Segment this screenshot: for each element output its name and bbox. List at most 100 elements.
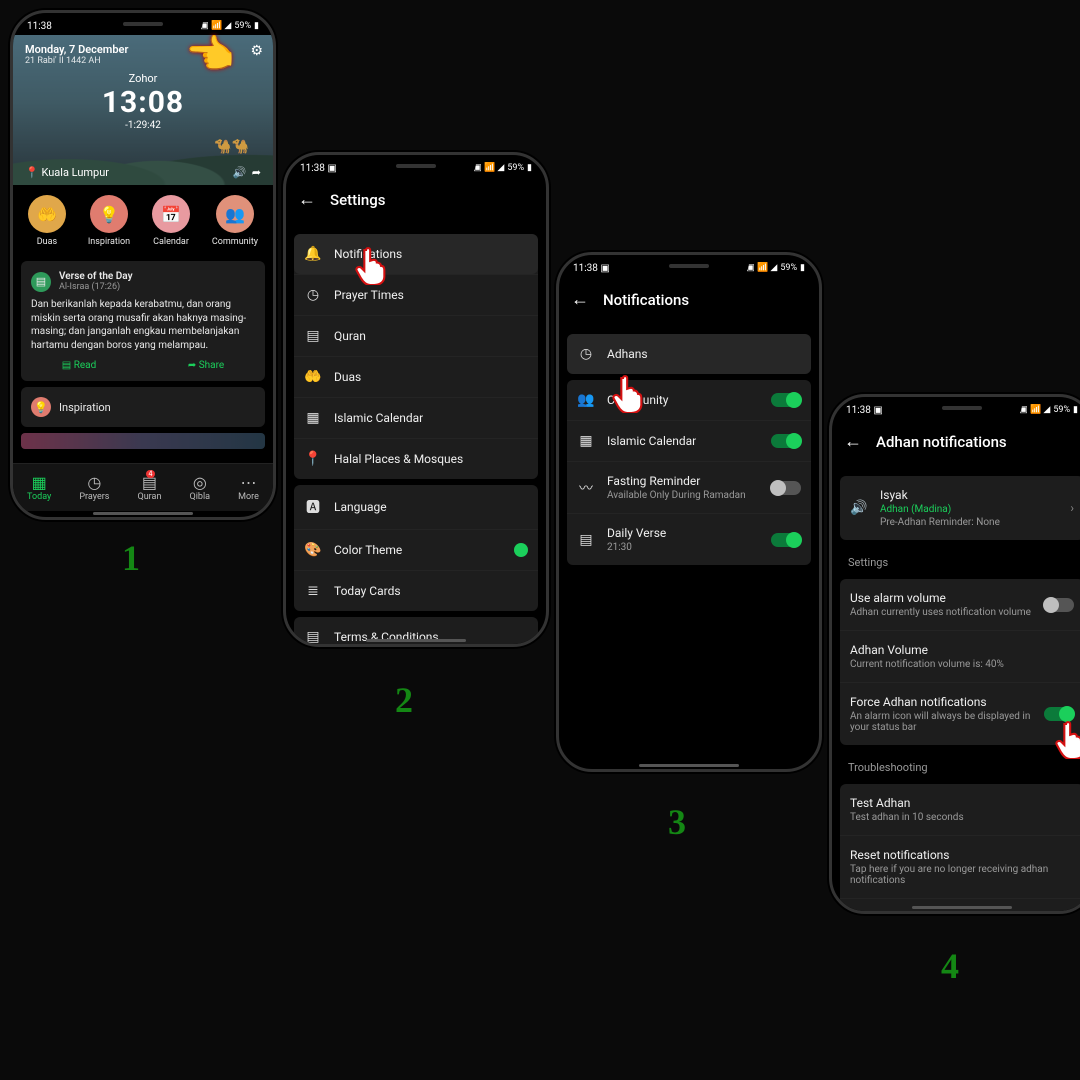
tab-today[interactable]: ▦Today	[27, 473, 51, 502]
settings-row[interactable]: 📍Halal Places & Mosques	[294, 438, 538, 479]
status-icons: ▣ 📶 ◢ 59%▮	[1019, 405, 1078, 415]
phone-2: 11:38 ▣ ▣ 📶 ◢ 59%▮ ← Settings 🔔Notificat…	[283, 152, 549, 647]
hero-card: Monday, 7 December 21 Rabi' II 1442 AH ⚙…	[13, 35, 273, 185]
toggle[interactable]	[771, 393, 801, 407]
toggle[interactable]	[1044, 598, 1074, 612]
page-title: Adhan notifications	[876, 433, 1007, 451]
status-time: 11:38 ▣	[846, 405, 883, 416]
settings-row[interactable]: Test AdhanTest adhan in 10 seconds	[840, 784, 1080, 835]
settings-row[interactable]: ≣Today Cards	[294, 570, 538, 611]
location[interactable]: 📍 Kuala Lumpur	[25, 166, 109, 179]
accent-dot	[514, 543, 528, 557]
notification-row[interactable]: ◷Adhans	[567, 334, 811, 374]
prayer-name: Zohor	[25, 72, 261, 85]
toggle[interactable]	[771, 434, 801, 448]
read-button[interactable]: ▤ Read	[62, 360, 96, 371]
quick-actions: 🤲Duas 💡Inspiration 📅Calendar 👥Community	[13, 185, 273, 257]
settings-row[interactable]: Force Adhan notificationsAn alarm icon w…	[840, 682, 1080, 745]
notification-row[interactable]: ▤ Daily Verse 21:30	[567, 513, 811, 565]
row-label: Reset notifications	[850, 848, 1074, 862]
row-sub: Test adhan in 10 seconds	[850, 812, 1074, 823]
row-icon: ▦	[304, 410, 322, 426]
row-icon: ▤	[577, 532, 595, 548]
toggle[interactable]	[1044, 707, 1074, 721]
quick-inspiration[interactable]: 💡Inspiration	[88, 195, 130, 247]
sound-icon: 🔊	[850, 500, 868, 516]
hero-date: Monday, 7 December	[25, 43, 261, 56]
row-sub: An alarm icon will always be displayed i…	[850, 711, 1032, 733]
more-icon: ⋯	[238, 473, 259, 492]
row-label: Halal Places & Mosques	[334, 452, 528, 466]
qibla-icon: ◎	[190, 473, 211, 492]
notification-row[interactable]: 〰Fasting ReminderAvailable Only During R…	[567, 461, 811, 513]
settings-row[interactable]: Reset notificationsTap here if you are n…	[840, 835, 1080, 898]
row-icon: 🤲	[304, 369, 322, 385]
back-icon[interactable]: ←	[844, 431, 862, 452]
gear-icon[interactable]: ⚙	[250, 43, 263, 59]
status-time: 11:38	[27, 21, 52, 32]
page-header: ← Adhan notifications	[832, 419, 1080, 464]
share-button[interactable]: ➦ Share	[188, 360, 224, 371]
inspiration-card[interactable]: 💡 Inspiration	[21, 387, 265, 427]
quran-icon: ▤	[31, 272, 51, 292]
row-icon: 🎨	[304, 542, 322, 558]
home-indicator	[93, 512, 193, 515]
settings-row[interactable]: 🎨 Color Theme	[294, 529, 538, 570]
today-icon: ▦	[27, 473, 51, 492]
row-label: Community	[607, 393, 759, 407]
row-label: Color Theme	[334, 543, 502, 557]
adhan-selected: Adhan (Madina)	[880, 504, 1058, 515]
sound-icon[interactable]: 🔊	[233, 166, 247, 179]
row-icon: ▤	[304, 629, 322, 644]
row-label: Islamic Calendar	[334, 411, 528, 425]
status-time: 11:38 ▣	[300, 163, 337, 174]
calendar-icon: 📅	[152, 195, 190, 233]
row-label: Daily Verse	[607, 526, 759, 540]
row-icon: ◷	[304, 287, 322, 303]
toggle[interactable]	[771, 481, 801, 495]
settings-row[interactable]: 🤲Duas	[294, 356, 538, 397]
settings-row[interactable]: ▦ Islamic Calendar	[294, 397, 538, 438]
share-icon[interactable]: ➦	[252, 166, 261, 179]
phone-4: 11:38 ▣ ▣ 📶 ◢ 59%▮ ← Adhan notifications…	[829, 394, 1080, 914]
row-sub: 21:30	[607, 542, 759, 553]
community-icon: 👥	[216, 195, 254, 233]
page-title: Notifications	[603, 291, 689, 309]
verse-title: Verse of the Day	[59, 271, 133, 282]
prayer-time: 13:08	[25, 85, 261, 120]
notification-row[interactable]: ▦Islamic Calendar	[567, 420, 811, 461]
settings-row[interactable]: Use alarm volumeAdhan currently uses not…	[840, 579, 1080, 630]
quick-community[interactable]: 👥Community	[212, 195, 258, 247]
phone-3: 11:38 ▣ ▣ 📶 ◢ 59%▮ ← Notifications ◷Adha…	[556, 252, 822, 772]
settings-row[interactable]: 🅰Language	[294, 485, 538, 529]
settings-row[interactable]: ▤Quran	[294, 315, 538, 356]
row-label: Today Cards	[334, 584, 528, 598]
duas-icon: 🤲	[28, 195, 66, 233]
row-label: Prayer Times	[334, 288, 528, 302]
row-label: Quran	[334, 329, 528, 343]
current-adhan-row[interactable]: 🔊 Isyak Adhan (Madina) Pre-Adhan Reminde…	[840, 476, 1080, 540]
row-sub: Adhan currently uses notification volume	[850, 607, 1032, 618]
page-header: ← Notifications	[559, 277, 819, 322]
chevron-right-icon: ›	[1070, 501, 1074, 515]
row-label: Notifications	[334, 247, 528, 261]
settings-row[interactable]: Adhan VolumeCurrent notification volume …	[840, 630, 1080, 682]
quick-calendar[interactable]: 📅Calendar	[152, 195, 190, 247]
back-icon[interactable]: ←	[298, 189, 316, 210]
notification-row[interactable]: 👥Community	[567, 380, 811, 420]
tab-qibla[interactable]: ◎Qibla	[190, 473, 211, 502]
tab-quran[interactable]: ▤4Quran	[138, 473, 162, 502]
toggle[interactable]	[771, 533, 801, 547]
prayers-icon: ◷	[79, 473, 109, 492]
status-icons: ▣ 📶 ◢ 59%▮	[473, 163, 532, 173]
quick-duas[interactable]: 🤲Duas	[28, 195, 66, 247]
back-icon[interactable]: ←	[571, 289, 589, 310]
row-label: Fasting Reminder	[607, 474, 759, 488]
row-label: Adhans	[607, 347, 801, 361]
tab-more[interactable]: ⋯More	[238, 473, 259, 502]
settings-row[interactable]: ◷ Prayer Times	[294, 274, 538, 315]
bulb-icon: 💡	[31, 397, 51, 417]
settings-row[interactable]: Notifications not working	[840, 898, 1080, 911]
tab-prayers[interactable]: ◷Prayers	[79, 473, 109, 502]
settings-row[interactable]: 🔔Notifications	[294, 234, 538, 274]
